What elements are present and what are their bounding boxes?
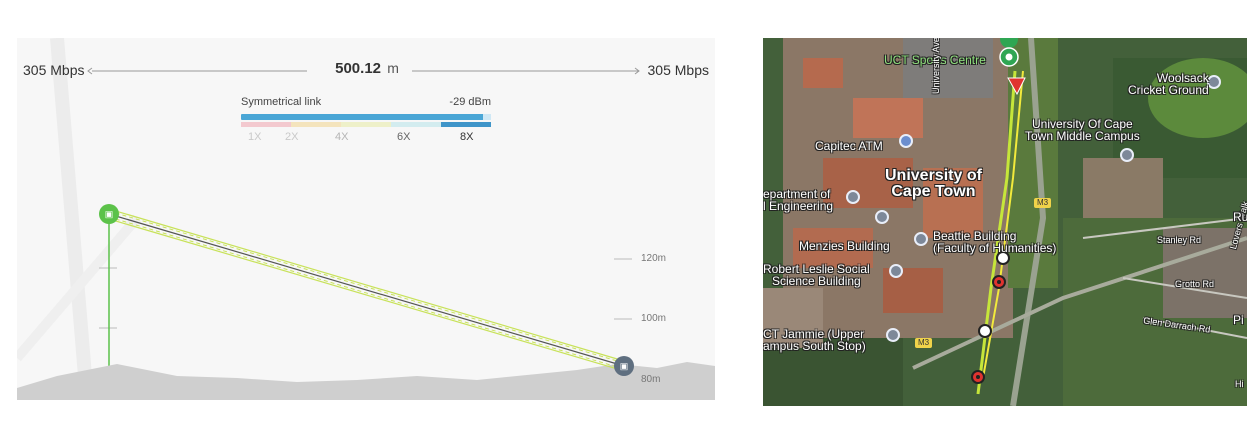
modulation-scale — [241, 122, 491, 127]
label-jammie: CT Jammie (Upper ampus South Stop) — [763, 327, 866, 353]
label-stanley-rd: Stanley Rd — [1157, 235, 1202, 245]
beattie-pin[interactable] — [914, 232, 928, 246]
dept-pin[interactable] — [846, 190, 860, 204]
station-a-node[interactable]: ▣ — [99, 204, 119, 224]
label-capitec: Capitec ATM — [815, 139, 883, 153]
signal-bar — [241, 114, 491, 120]
label-beattie: Beattie Building (Faculty of Humanities) — [933, 229, 1057, 255]
label-menzies: Menzies Building — [799, 239, 890, 253]
label-university-of-cape-town: University of Cape Town — [885, 167, 982, 200]
capitec-pin[interactable] — [899, 134, 913, 148]
label-ru: Ru — [1233, 210, 1247, 224]
modulation-8x: 8X — [460, 131, 474, 143]
campus-pin[interactable] — [875, 210, 889, 224]
distance-value: 500.12 — [335, 60, 382, 77]
terrain-profile-graphic — [17, 38, 715, 400]
modulation-6x: 6X — [397, 131, 411, 143]
label-middle-campus: University Of Cape Town Middle Campus — [1025, 117, 1140, 143]
label-hi: Hi — [1235, 379, 1244, 389]
label-grotto-rd: Grotto Rd — [1175, 279, 1215, 289]
m3-badge-1: M3 — [1034, 198, 1052, 208]
satellite-map[interactable]: UCT Sports Centre Woolsack Cricket Groun… — [763, 38, 1247, 406]
label-pi: Pi — [1233, 313, 1244, 327]
rate-right: 305 Mbps — [647, 62, 709, 78]
middle-campus-pin[interactable] — [1120, 148, 1134, 162]
jammie-pin[interactable] — [886, 328, 900, 342]
label-robert-leslie: Robert Leslie Social Science Building — [763, 262, 870, 288]
modulation-1x: 1X — [248, 131, 262, 143]
label-dept-engineering: epartment of l Engineering — [763, 187, 834, 213]
waypoint-3[interactable] — [978, 324, 992, 338]
label-woolsack: Woolsack Cricket Ground — [1128, 71, 1209, 97]
modulation-labels: 1X 2X 4X 6X 8X — [241, 131, 491, 145]
altitude-120m: 120m — [641, 253, 667, 264]
waypoint-2[interactable] — [992, 275, 1006, 289]
link-profile-panel: 305 Mbps 305 Mbps 500.12 m Symmetrical l… — [17, 38, 715, 400]
link-type-label: Symmetrical link — [241, 96, 322, 108]
waypoint-4[interactable] — [971, 370, 985, 384]
modulation-2x: 2X — [285, 131, 299, 143]
modulation-4x: 4X — [335, 131, 349, 143]
woolsack-pin[interactable] — [1207, 75, 1221, 89]
link-direction-marker[interactable] — [1008, 78, 1025, 94]
line-of-sight — [108, 213, 625, 367]
robert-leslie-pin[interactable] — [889, 264, 903, 278]
m3-badge-2: M3 — [915, 338, 933, 348]
map-pin-sports-centre[interactable] — [1000, 48, 1018, 70]
link-distance: 500.12 m — [317, 60, 417, 77]
label-university-ave: University Ave N — [931, 38, 941, 94]
altitude-80m: 80m — [641, 374, 661, 385]
distance-unit: m — [387, 60, 399, 76]
altitude-100m: 100m — [641, 313, 667, 324]
signal-strength: -29 dBm — [449, 96, 491, 108]
rate-left: 305 Mbps — [23, 62, 85, 78]
station-b-node[interactable]: ▣ — [614, 356, 634, 376]
terrain-silhouette — [17, 362, 715, 400]
